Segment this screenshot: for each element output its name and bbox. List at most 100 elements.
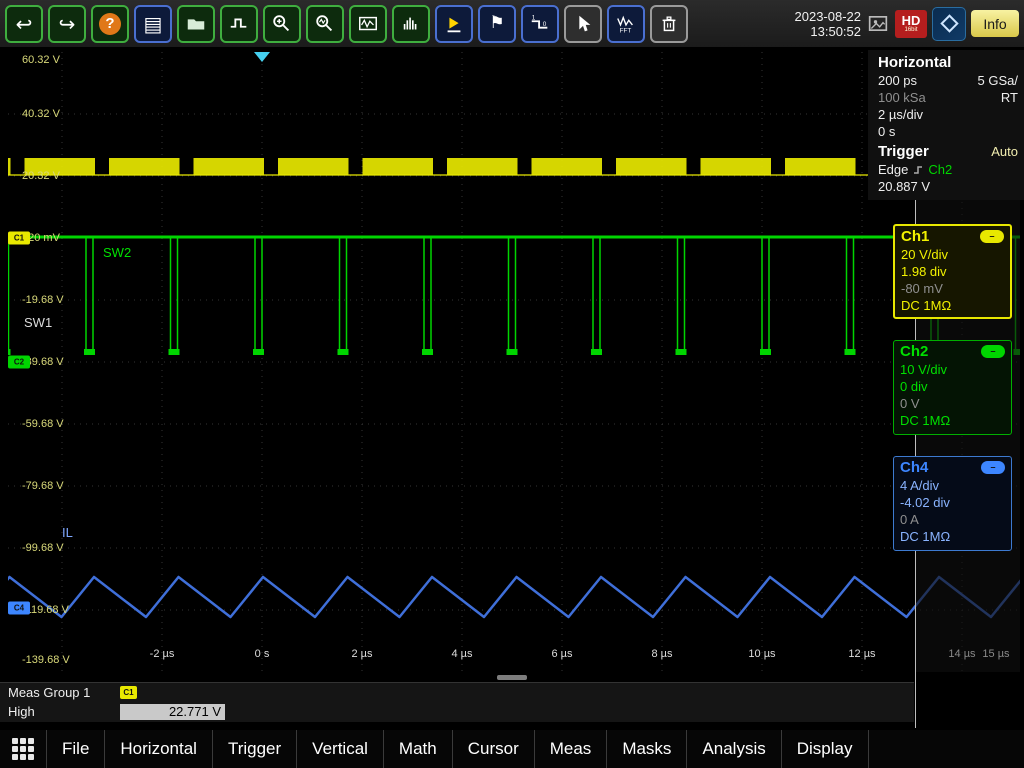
- menu-item-cursor[interactable]: Cursor: [452, 730, 534, 768]
- fft-icon[interactable]: FFT: [607, 5, 645, 43]
- x-axis-label: 8 µs: [651, 648, 672, 660]
- x-axis-label: 4 µs: [451, 648, 472, 660]
- spectrum-icon[interactable]: [392, 5, 430, 43]
- x-axis-label: -2 µs: [150, 648, 175, 660]
- delete-icon[interactable]: [650, 5, 688, 43]
- folder-glyph: [185, 13, 207, 35]
- flag-icon[interactable]: ⚑: [478, 5, 516, 43]
- recall-icon[interactable]: [220, 5, 258, 43]
- measurement-panel[interactable]: Meas Group 1 C1 High 22.771 V: [0, 682, 914, 722]
- y-axis-label: -139.68 V: [22, 654, 70, 666]
- info-button[interactable]: Info: [971, 10, 1019, 37]
- forward-arrow-glyph: ↪: [59, 14, 76, 34]
- help-icon[interactable]: ?: [91, 5, 129, 43]
- toolbar: ↩ ↪ ? ▤ ⚑ 10 FFT: [0, 0, 1024, 48]
- clock: 2023-08-22 13:50:52: [795, 9, 862, 39]
- trigger-type-value: Edge: [878, 161, 908, 178]
- svg-text:FFT: FFT: [620, 27, 632, 34]
- acquisition-mode-value: RT: [1001, 89, 1018, 106]
- measurement-group-label: Meas Group 1: [8, 685, 90, 700]
- ch1-minimize-button[interactable]: –: [980, 230, 1004, 243]
- magnifier-glyph: [314, 13, 336, 35]
- main-menu-bar: File Horizontal Trigger Vertical Math Cu…: [0, 730, 1024, 768]
- acquisition-info-panel[interactable]: Horizontal 200 ps 5 GSa/ 100 kSa RT 2 µs…: [868, 50, 1024, 200]
- rising-edge-icon: [912, 164, 924, 176]
- menu-item-trigger[interactable]: Trigger: [212, 730, 296, 768]
- y-axis-label: 40.32 V: [22, 108, 60, 120]
- play-glyph: [443, 13, 465, 35]
- horizontal-position-value: 0 s: [878, 123, 895, 140]
- ch2-offset: 0 V: [900, 395, 1005, 412]
- screenshot-icon[interactable]: [866, 13, 890, 35]
- x-axis-label: 0 s: [255, 648, 270, 660]
- ch2-position: 0 div: [900, 378, 1005, 395]
- report-icon[interactable]: ▤: [134, 5, 172, 43]
- y-axis-label: -79.68 V: [22, 480, 64, 492]
- zoom-icon[interactable]: [263, 5, 301, 43]
- menu-item-math[interactable]: Math: [383, 730, 452, 768]
- open-icon[interactable]: [177, 5, 215, 43]
- menu-item-horizontal[interactable]: Horizontal: [104, 730, 212, 768]
- channel-box-ch2[interactable]: Ch2 – 10 V/div 0 div 0 V DC 1MΩ: [893, 340, 1012, 435]
- hd-sublabel: 16bit: [904, 27, 917, 33]
- logic-glyph: 10: [529, 13, 551, 35]
- ch4-coupling: DC 1MΩ: [900, 528, 1005, 545]
- ch2-coupling: DC 1MΩ: [900, 412, 1005, 429]
- ch2-zero-marker[interactable]: C2: [8, 356, 30, 369]
- demo-icon[interactable]: [435, 5, 473, 43]
- ch1-offset: -80 mV: [901, 280, 1004, 297]
- svg-text:0: 0: [543, 20, 547, 27]
- sample-rate-value: 5 GSa/: [978, 72, 1018, 89]
- measurement-value: 22.771 V: [120, 704, 225, 720]
- menu-item-vertical[interactable]: Vertical: [296, 730, 383, 768]
- ch4-minimize-button[interactable]: –: [981, 461, 1005, 474]
- apps-menu-icon[interactable]: [0, 730, 46, 768]
- channel-box-ch1[interactable]: Ch1 – 20 V/div 1.98 div -80 mV DC 1MΩ: [893, 224, 1012, 319]
- x-axis-label: 14 µs: [948, 648, 975, 660]
- trace-label-sw2: SW2: [103, 245, 131, 260]
- menu-item-display[interactable]: Display: [781, 730, 869, 768]
- ch1-coupling: DC 1MΩ: [901, 297, 1004, 314]
- search-icon[interactable]: [306, 5, 344, 43]
- menu-item-meas[interactable]: Meas: [534, 730, 607, 768]
- oscilloscope-screen: ↩ ↪ ? ▤ ⚑ 10 FFT: [0, 0, 1024, 768]
- forward-icon[interactable]: ↪: [48, 5, 86, 43]
- resolution-value: 200 ps: [878, 72, 917, 89]
- report-glyph: ▤: [144, 14, 163, 34]
- trigger-source-value: Ch2: [928, 161, 952, 178]
- record-length-value: 100 kSa: [878, 89, 926, 106]
- back-icon[interactable]: ↩: [5, 5, 43, 43]
- menu-item-file[interactable]: File: [46, 730, 104, 768]
- menu-item-masks[interactable]: Masks: [606, 730, 686, 768]
- fft-glyph: FFT: [615, 13, 637, 35]
- hd-mode-badge[interactable]: HD 16bit: [895, 10, 927, 38]
- hd-label: HD: [902, 14, 921, 27]
- ch1-zero-marker[interactable]: C1: [8, 232, 30, 245]
- ch2-minimize-button[interactable]: –: [981, 345, 1005, 358]
- ch2-scale: 10 V/div: [900, 361, 1005, 378]
- grid-wave-glyph: [357, 13, 379, 35]
- measurement-source-badge: C1: [120, 686, 137, 699]
- ch4-zero-marker[interactable]: C4: [8, 602, 30, 615]
- back-arrow-glyph: ↩: [16, 14, 33, 34]
- logic-icon[interactable]: 10: [521, 5, 559, 43]
- picture-glyph: [868, 15, 888, 32]
- cursor-select-icon[interactable]: [564, 5, 602, 43]
- horizontal-panel-title: Horizontal: [878, 53, 1018, 72]
- grid-dots-glyph: [12, 738, 34, 760]
- trace-label-il: IL: [62, 525, 73, 540]
- menu-item-analysis[interactable]: Analysis: [686, 730, 780, 768]
- scale-icon[interactable]: [349, 5, 387, 43]
- channel-box-ch4[interactable]: Ch4 – 4 A/div -4.02 div 0 A DC 1MΩ: [893, 456, 1012, 551]
- ch4-name: Ch4: [900, 458, 928, 477]
- trigger-level-value: 20.887 V: [878, 178, 930, 195]
- ch4-offset: 0 A: [900, 511, 1005, 528]
- time-text: 13:50:52: [795, 24, 862, 39]
- trigger-panel-title: Trigger: [878, 142, 929, 161]
- x-axis-label: 10 µs: [748, 648, 775, 660]
- ch2-name: Ch2: [900, 342, 928, 361]
- x-axis-label: 15 µs: [982, 648, 1009, 660]
- trigger-mode-value: Auto: [991, 144, 1018, 159]
- horizontal-scroll-indicator[interactable]: [497, 675, 527, 680]
- comb-glyph: [400, 13, 422, 35]
